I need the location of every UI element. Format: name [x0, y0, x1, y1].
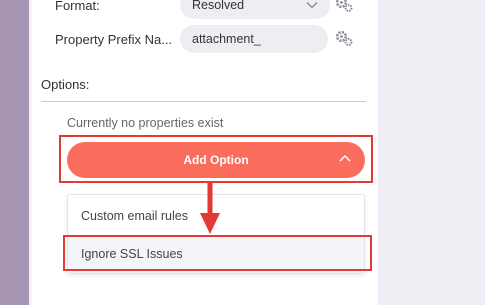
divider — [41, 101, 366, 102]
add-option-label: Add Option — [183, 153, 249, 167]
format-select-value: Resolved — [192, 0, 245, 12]
arrow-down-icon — [200, 183, 220, 234]
empty-state-text: Currently no properties exist — [67, 116, 224, 130]
sidebar-strip — [0, 0, 29, 305]
format-label: Format: — [55, 0, 100, 13]
annotation-box — [63, 235, 372, 271]
chevron-down-icon — [306, 2, 318, 9]
gear-icon[interactable] — [335, 0, 353, 14]
format-select[interactable]: Resolved — [180, 0, 330, 19]
property-prefix-row: Property Prefix Na... attachment_ — [55, 25, 328, 53]
background-area — [378, 0, 485, 305]
gear-icon[interactable] — [335, 30, 353, 48]
format-row: Format: Resolved — [55, 0, 330, 19]
add-option-button[interactable]: Add Option — [67, 142, 365, 178]
property-prefix-label: Property Prefix Na... — [55, 31, 173, 47]
property-prefix-input[interactable]: attachment_ — [180, 25, 328, 53]
options-section-label: Options: — [41, 77, 90, 92]
chevron-up-icon — [339, 154, 351, 162]
